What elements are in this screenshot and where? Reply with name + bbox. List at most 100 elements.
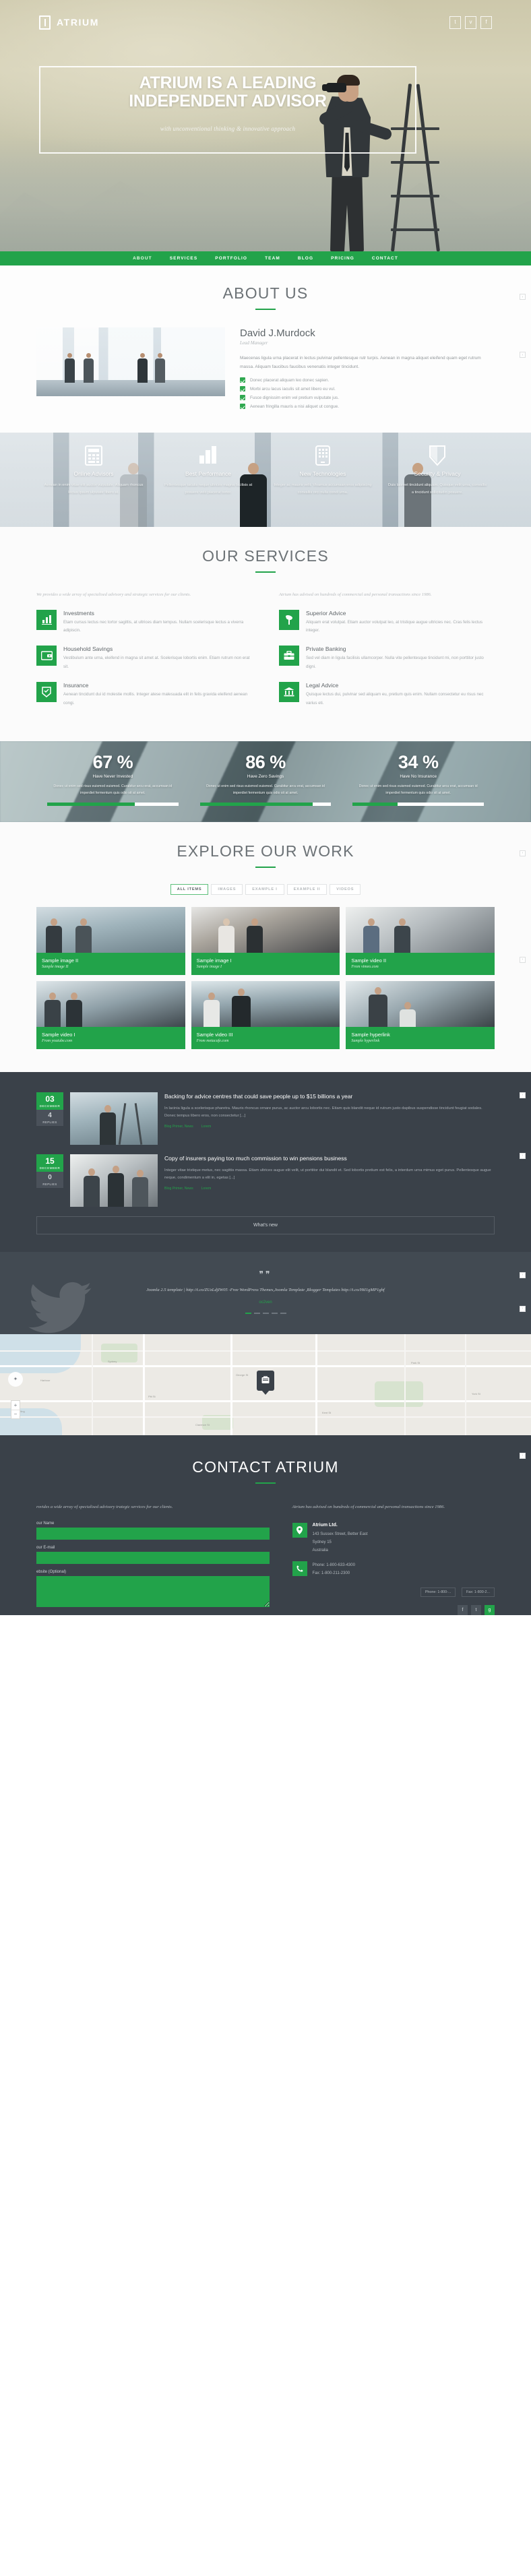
blog-prev-arrow[interactable]: ‹ [520, 1152, 526, 1159]
nav-item-about[interactable]: ABOUT [133, 256, 152, 261]
post-reply-count: 4 [48, 1111, 52, 1119]
stat-value: 67 % [92, 751, 133, 772]
stat-text: Donec ut enim sed risus euismod euismod.… [358, 784, 478, 795]
portfolio-item[interactable]: Sample image II Sample image II [36, 906, 185, 975]
service-title: Insurance [63, 682, 89, 689]
post-category[interactable]: Blog Primer, News [164, 1187, 193, 1191]
tweet-dot-1[interactable] [245, 1312, 251, 1314]
logo-mark-icon [39, 15, 51, 30]
compass-icon[interactable]: ✦ [8, 1371, 23, 1387]
about-person-name: David J.Murdock [240, 327, 315, 339]
filter-images[interactable]: IMAGES [211, 883, 243, 895]
map-label: Clarence St [195, 1422, 210, 1426]
tweet-dot-4[interactable] [271, 1312, 278, 1314]
portfolio-item-title: Sample video II [351, 957, 387, 964]
filter-example-1[interactable]: EXAMPLE I [245, 883, 284, 895]
message-field[interactable] [36, 1575, 270, 1607]
title-underline [255, 1482, 276, 1484]
twitter-icon[interactable]: t [449, 15, 461, 29]
portfolio-prev-arrow[interactable]: ‹ [520, 956, 526, 963]
service-item[interactable]: Legal Advice Quisque lectus dui, pulvina… [279, 682, 495, 708]
about-next-arrow[interactable]: › [520, 294, 526, 300]
tweet-next-arrow[interactable]: › [520, 1271, 526, 1278]
post-category[interactable]: Blog Primer, News [164, 1125, 193, 1129]
list-item: Morbi arcu lacus iaculis sit amet libero… [240, 386, 495, 391]
service-item[interactable]: Household Savings Vestibulum ante urna, … [36, 646, 252, 671]
service-item[interactable]: Insurance Aenean tincidunt dui id molest… [36, 682, 252, 708]
nav-item-contact[interactable]: CONTACT [372, 256, 398, 261]
phone-chip: Phone: 1-800-... [420, 1587, 456, 1597]
facebook-icon[interactable]: f [458, 1604, 468, 1615]
nav-item-team[interactable]: TEAM [265, 256, 280, 261]
portfolio-item-title: Sample image II [42, 957, 79, 964]
filter-videos[interactable]: VIDEOS [330, 883, 361, 895]
nav-item-pricing[interactable]: PRICING [331, 256, 354, 261]
address-text: 143 Sussex Street, Better East Sydney 15… [312, 1532, 368, 1552]
portfolio-thumbnail [346, 906, 495, 953]
email-field[interactable] [36, 1551, 270, 1564]
portfolio-item-subtitle: Sample image I [196, 964, 222, 969]
shield-icon [387, 442, 488, 469]
portfolio-item[interactable]: Sample image I Sample image I [191, 906, 340, 975]
about-photo [36, 327, 225, 396]
header-bar: ATRIUM t v f [0, 0, 531, 44]
portfolio-item[interactable]: Sample video I From youtube.com [36, 980, 185, 1049]
service-text: Vestibulum ante urna, eleifend in magna … [63, 656, 250, 669]
wallet-icon [36, 646, 57, 666]
tweet-dot-5[interactable] [280, 1312, 286, 1314]
title-underline [255, 866, 276, 868]
bank-icon [279, 682, 299, 703]
post-tag[interactable]: Lorem [201, 1125, 212, 1129]
portfolio-thumbnail [191, 906, 340, 953]
post-title[interactable]: Copy of insurers paying too much commiss… [164, 1154, 495, 1163]
post-date-badge: 15 DECEMBER 0 REPLIES [36, 1154, 63, 1207]
portfolio-section: › ‹ EXPLORE OUR WORK ALL ITEMS IMAGES EX… [0, 821, 531, 1072]
stat-progress-bar [199, 802, 332, 806]
name-field[interactable] [36, 1527, 270, 1540]
tablet-icon [272, 442, 373, 469]
blog-post[interactable]: 03 DECEMBER 4 REPLIES Backing for advice… [36, 1092, 495, 1145]
twitter-icon[interactable]: t [471, 1604, 481, 1615]
zoom-in-button[interactable]: + [11, 1401, 20, 1410]
facebook-icon[interactable]: f [480, 15, 492, 29]
tweet-dot-2[interactable] [253, 1312, 260, 1314]
post-title[interactable]: Backing for advice centres that could sa… [164, 1092, 495, 1101]
zoom-out-button[interactable]: − [11, 1409, 20, 1418]
tweet-dot-3[interactable] [262, 1312, 269, 1314]
portfolio-item[interactable]: Sample video III From metacafe.com [191, 980, 340, 1049]
vimeo-icon[interactable]: v [465, 15, 476, 29]
filter-example-2[interactable]: EXAMPLE II [286, 883, 327, 895]
map-section[interactable]: Sydney Pitt St George St Kent St Harbour… [0, 1333, 531, 1435]
location-pin[interactable] [257, 1370, 274, 1391]
nav-item-blog[interactable]: BLOG [298, 256, 313, 261]
check-icon [240, 404, 245, 409]
service-item[interactable]: Investments Etam cursus lectus nec torto… [36, 609, 252, 635]
portfolio-item[interactable]: Sample hyperlink Sample hyperlink [346, 980, 495, 1049]
nav-item-services[interactable]: SERVICES [170, 256, 198, 261]
hero-title-line-1: ATRIUM IS A LEADING [139, 73, 317, 92]
title-underline [255, 571, 276, 573]
post-tag[interactable]: Lorem [201, 1187, 212, 1191]
service-item[interactable]: Private Banking Sed vel diam in ligula f… [279, 646, 495, 671]
about-prev-arrow[interactable]: ‹ [520, 352, 526, 358]
nav-item-portfolio[interactable]: PORTFOLIO [215, 256, 247, 261]
check-icon [240, 377, 245, 383]
whats-new-button[interactable]: What's new [36, 1216, 495, 1234]
google-plus-icon[interactable]: g [485, 1604, 495, 1615]
map-label: Pitt St [148, 1394, 156, 1398]
email-field-label: our E-mail [36, 1545, 55, 1550]
map-label: Sydney [108, 1359, 117, 1363]
contact-next-arrow[interactable]: › [520, 1452, 526, 1459]
feature-title: Online Advisors [73, 470, 114, 477]
twitter-feed-section: › ‹ ❞❞ Joomla 2.5 template | http://t.co… [0, 1251, 531, 1334]
blog-next-arrow[interactable]: › [520, 1092, 526, 1098]
bar-chart-icon [158, 442, 259, 469]
logo[interactable]: ATRIUM [39, 15, 99, 30]
stat-card: 34 % Have No Insurance Donec ut enim sed… [342, 752, 495, 806]
filter-all-items[interactable]: ALL ITEMS [170, 883, 209, 895]
service-item[interactable]: Superior Advice Aliquam erat volutpat. E… [279, 609, 495, 635]
portfolio-next-arrow[interactable]: › [520, 850, 526, 856]
portfolio-item[interactable]: Sample video II From vimeo.com [346, 906, 495, 975]
blog-post[interactable]: 15 DECEMBER 0 REPLIES Copy of insurers p… [36, 1154, 495, 1207]
tweet-prev-arrow[interactable]: ‹ [520, 1305, 526, 1312]
